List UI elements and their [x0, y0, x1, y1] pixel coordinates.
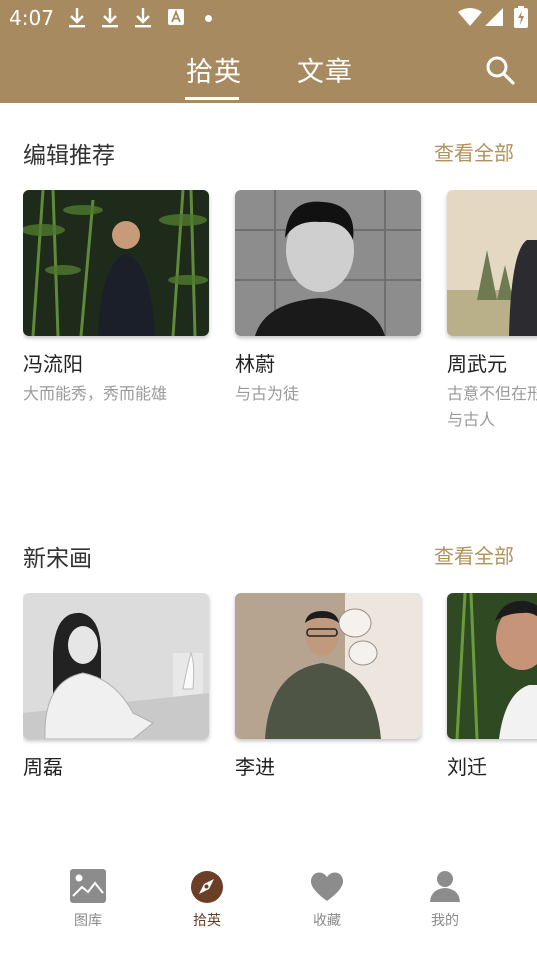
- artist-name: 林蔚: [235, 352, 275, 376]
- nav-profile-label: 我的: [431, 913, 459, 929]
- battery-icon: [514, 6, 528, 28]
- person-icon: [430, 871, 460, 902]
- status-bar: 4:07: [0, 0, 537, 36]
- artist-name: 冯流阳: [23, 352, 83, 376]
- artist-photo: [447, 593, 537, 739]
- artist-name: 周磊: [23, 755, 63, 779]
- artist-card[interactable]: 刘迁: [447, 593, 537, 780]
- artist-card[interactable]: 冯流阳 大而能秀，秀而能雄: [23, 190, 209, 407]
- nav-favorites-label: 收藏: [313, 913, 341, 929]
- nav-shiying-label: 拾英: [193, 913, 221, 929]
- gallery-icon: [70, 869, 106, 903]
- artist-tagline: 与古为徒: [235, 384, 300, 403]
- signal-icon: [485, 8, 503, 26]
- download-icon: [102, 8, 118, 28]
- artist-tagline: 大而能秀，秀而能雄: [23, 384, 168, 403]
- top-tab-bar: 拾英 文章: [0, 50, 537, 100]
- artist-photo: [23, 190, 209, 336]
- section-title-new-song-painting: 新宋画: [23, 546, 92, 572]
- section-title-editor-picks: 编辑推荐: [23, 143, 115, 169]
- status-time: 4:07: [9, 6, 54, 30]
- artist-name: 刘迁: [447, 755, 487, 779]
- nav-favorites[interactable]: 收藏: [287, 868, 367, 930]
- nav-gallery-label: 图库: [74, 913, 102, 929]
- artist-photo: [235, 593, 421, 739]
- artist-photo: [23, 593, 209, 739]
- font-app-icon: [168, 9, 184, 25]
- artist-photo: [447, 190, 537, 336]
- heart-icon: [310, 872, 344, 901]
- artist-card[interactable]: 周武元 古意不但在形似，更在于与古人: [447, 190, 537, 433]
- notification-dot: [205, 15, 212, 22]
- app-header: 4:07 拾英 文章: [0, 0, 537, 103]
- artist-card[interactable]: 周磊: [23, 593, 209, 780]
- artist-card[interactable]: 李进: [235, 593, 421, 780]
- search-icon[interactable]: [485, 55, 515, 85]
- artist-carousel-new-song-painting[interactable]: 周磊 李进 刘迁: [23, 593, 537, 793]
- active-tab-indicator: [185, 97, 239, 100]
- download-icon: [135, 8, 151, 28]
- nav-shiying[interactable]: 拾英: [167, 868, 247, 930]
- see-all-link[interactable]: 查看全部: [434, 540, 514, 569]
- compass-icon: [191, 871, 223, 903]
- artist-card[interactable]: 林蔚 与古为徒: [235, 190, 421, 407]
- see-all-link[interactable]: 查看全部: [434, 137, 514, 166]
- tab-shiying[interactable]: 拾英: [186, 50, 242, 89]
- wifi-icon: [458, 8, 482, 26]
- artist-name: 周武元: [447, 352, 507, 376]
- artist-name: 李进: [235, 755, 275, 779]
- artist-photo: [235, 190, 421, 336]
- bottom-navigation: 图库 拾英 收藏 我的: [0, 860, 537, 956]
- artist-tagline: 古意不但在形似，更在于与古人: [447, 384, 537, 429]
- tab-articles[interactable]: 文章: [297, 50, 353, 89]
- artist-carousel-editor-picks[interactable]: 冯流阳 大而能秀，秀而能雄 林蔚 与古为徒 周武元 古意不但在形 与古人: [23, 190, 537, 450]
- download-icon: [69, 8, 85, 28]
- nav-profile[interactable]: 我的: [405, 868, 485, 930]
- nav-gallery[interactable]: 图库: [48, 868, 128, 930]
